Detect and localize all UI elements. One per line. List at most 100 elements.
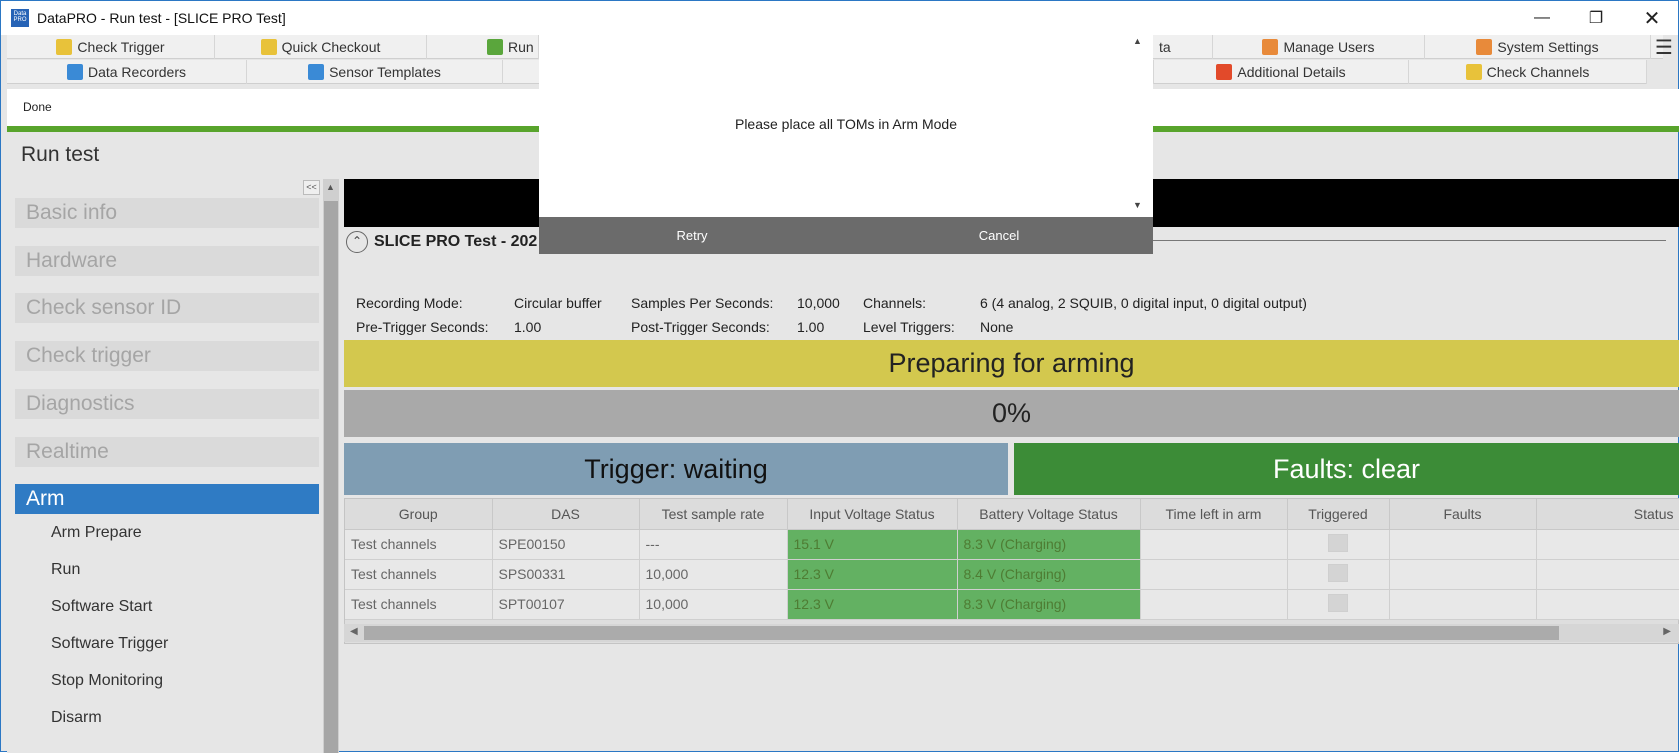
menu-icon[interactable]: ☰ xyxy=(1651,37,1677,61)
sps-label: Samples Per Seconds: xyxy=(631,295,774,311)
nav-label: Sensor Templates xyxy=(329,64,441,80)
sidebar-item-arm[interactable]: Arm xyxy=(15,484,319,514)
nav-data[interactable]: ta xyxy=(1153,35,1213,59)
nav-run[interactable]: Run xyxy=(427,35,539,59)
nav-manage-users[interactable]: Manage Users xyxy=(1213,35,1425,59)
scroll-up-icon[interactable]: ▲ xyxy=(326,182,335,192)
sidebar-sub-software-start[interactable]: Software Start xyxy=(51,598,152,616)
table-row[interactable]: Test channels SPS00331 10,000 12.3 V 8.4… xyxy=(345,559,1679,590)
column-header[interactable]: Status xyxy=(1536,499,1679,530)
level-triggers-label: Level Triggers: xyxy=(863,319,955,335)
posttrigger-value: 1.00 xyxy=(797,319,825,335)
sidebar-item-check-sensor-id[interactable]: Check sensor ID xyxy=(15,293,319,323)
scroll-down-icon[interactable]: ▼ xyxy=(1133,200,1142,210)
nav-label: Check Trigger xyxy=(77,39,165,55)
column-header[interactable]: Input Voltage Status xyxy=(787,499,958,530)
sidebar-scrollbar[interactable]: ▲ xyxy=(323,179,339,753)
table-cell: SPT00107 xyxy=(492,589,640,620)
table-cell: 12.3 V xyxy=(787,589,958,620)
sensor-templates-icon xyxy=(308,64,325,80)
table-row[interactable]: Test channels SPE00150 --- 15.1 V 8.3 V … xyxy=(345,529,1679,560)
window-title: DataPRO - Run test - [SLICE PRO Test] xyxy=(37,10,286,26)
trigger-status-text: Trigger: waiting xyxy=(584,453,768,484)
sidebar-item-diagnostics[interactable]: Diagnostics xyxy=(15,389,319,419)
title-bar: Data PRO DataPRO - Run test - [SLICE PRO… xyxy=(1,1,1678,35)
sidebar-item-basic-info[interactable]: Basic info xyxy=(15,198,319,228)
collapse-sidebar-button[interactable]: << xyxy=(303,180,320,195)
minimize-icon[interactable]: — xyxy=(1515,1,1569,35)
restore-icon[interactable]: ❐ xyxy=(1569,1,1623,35)
pretrigger-label: Pre-Trigger Seconds: xyxy=(356,319,489,335)
nav-label: Additional Details xyxy=(1237,64,1346,80)
sidebar-scroll-thumb[interactable] xyxy=(324,201,338,753)
app-logo-icon: Data PRO xyxy=(11,9,29,27)
scroll-right-icon[interactable]: ▶ xyxy=(1663,626,1671,637)
sidebar-item-hardware[interactable]: Hardware xyxy=(15,246,319,276)
column-header[interactable]: Test sample rate xyxy=(639,499,788,530)
table-cell xyxy=(1140,589,1288,620)
test-name: SLICE PRO Test - 202 xyxy=(374,233,538,250)
nav-label: Run xyxy=(508,39,534,55)
nav-quick-checkout[interactable]: Quick Checkout xyxy=(215,35,427,59)
sidebar-sub-stop-monitoring[interactable]: Stop Monitoring xyxy=(51,672,163,690)
grid-horizontal-scrollbar[interactable]: ◀ ▶ xyxy=(344,624,1679,642)
arming-status-banner: Preparing for arming xyxy=(344,340,1679,387)
app-logo-text: Data PRO xyxy=(13,11,27,23)
table-cell xyxy=(1140,559,1288,590)
table-cell: 10,000 xyxy=(639,559,788,590)
nav-check-trigger[interactable]: Check Trigger xyxy=(7,35,215,59)
table-cell: Test channels xyxy=(345,589,493,620)
table-header-row: Group DAS Test sample rate Input Voltage… xyxy=(345,499,1679,530)
sidebar-item-realtime[interactable]: Realtime xyxy=(15,437,319,467)
channels-value: 6 (4 analog, 2 SQUIB, 0 digital input, 0… xyxy=(980,295,1307,311)
check-channels-icon xyxy=(1465,64,1482,80)
dialog-button-bar: Retry Cancel xyxy=(539,217,1153,254)
column-header[interactable]: Triggered xyxy=(1287,499,1390,530)
sidebar-sub-disarm[interactable]: Disarm xyxy=(51,709,102,727)
column-header[interactable]: Battery Voltage Status xyxy=(957,499,1141,530)
check-trigger-icon xyxy=(56,39,73,55)
triggered-checkbox[interactable] xyxy=(1328,593,1348,612)
pretrigger-value: 1.00 xyxy=(514,319,542,335)
sidebar-item-check-trigger[interactable]: Check trigger xyxy=(15,341,319,371)
column-header[interactable]: DAS xyxy=(492,499,640,530)
collapse-chevron-up-icon[interactable]: ⌃ xyxy=(346,231,368,253)
retry-button[interactable]: Retry xyxy=(592,217,792,254)
column-header[interactable]: Time left in arm xyxy=(1140,499,1288,530)
arming-progress-bar: 0% xyxy=(344,390,1679,437)
triggered-checkbox[interactable] xyxy=(1328,533,1348,552)
nav-system-settings[interactable]: System Settings xyxy=(1425,35,1651,59)
table-cell: 8.3 V (Charging) xyxy=(957,589,1141,620)
table-cell: SPS00331 xyxy=(492,559,640,590)
faults-status-text: Faults: clear xyxy=(1272,453,1421,484)
column-header[interactable]: Faults xyxy=(1389,499,1537,530)
sps-value: 10,000 xyxy=(797,295,840,311)
nav-additional-details[interactable]: Additional Details xyxy=(1153,60,1409,84)
nav-label: ta xyxy=(1159,39,1171,55)
triggered-checkbox[interactable] xyxy=(1328,563,1348,582)
table-cell: --- xyxy=(639,529,788,560)
cancel-button[interactable]: Cancel xyxy=(899,217,1099,254)
dialog-message: Please place all TOMs in Arm Mode xyxy=(734,116,958,132)
nav-label: Check Channels xyxy=(1486,64,1590,80)
scroll-left-icon[interactable]: ◀ xyxy=(350,626,358,637)
arming-progress-text: 0% xyxy=(991,398,1032,428)
nav-sensor-templates[interactable]: Sensor Templates xyxy=(247,60,503,84)
nav-label: Data Recorders xyxy=(87,64,187,80)
nav-data-recorders[interactable]: Data Recorders xyxy=(7,60,247,84)
nav-check-channels[interactable]: Check Channels xyxy=(1409,60,1647,84)
sidebar-sub-run[interactable]: Run xyxy=(51,561,80,579)
channels-label: Channels: xyxy=(863,295,927,311)
table-cell xyxy=(1287,589,1390,620)
recording-mode-value: Circular buffer xyxy=(514,295,602,311)
close-icon[interactable]: ✕ xyxy=(1625,1,1679,35)
page-title: Run test xyxy=(21,143,100,166)
level-triggers-value: None xyxy=(980,319,1014,335)
sidebar-sub-arm-prepare[interactable]: Arm Prepare xyxy=(51,524,142,542)
table-row[interactable]: Test channels SPT00107 10,000 12.3 V 8.3… xyxy=(345,589,1679,620)
table-cell: 15.1 V xyxy=(787,529,958,560)
column-header[interactable]: Group xyxy=(345,499,493,530)
scroll-up-icon[interactable]: ▲ xyxy=(1133,36,1142,46)
grid-scroll-thumb[interactable] xyxy=(364,626,1559,640)
sidebar-sub-software-trigger[interactable]: Software Trigger xyxy=(51,635,168,653)
